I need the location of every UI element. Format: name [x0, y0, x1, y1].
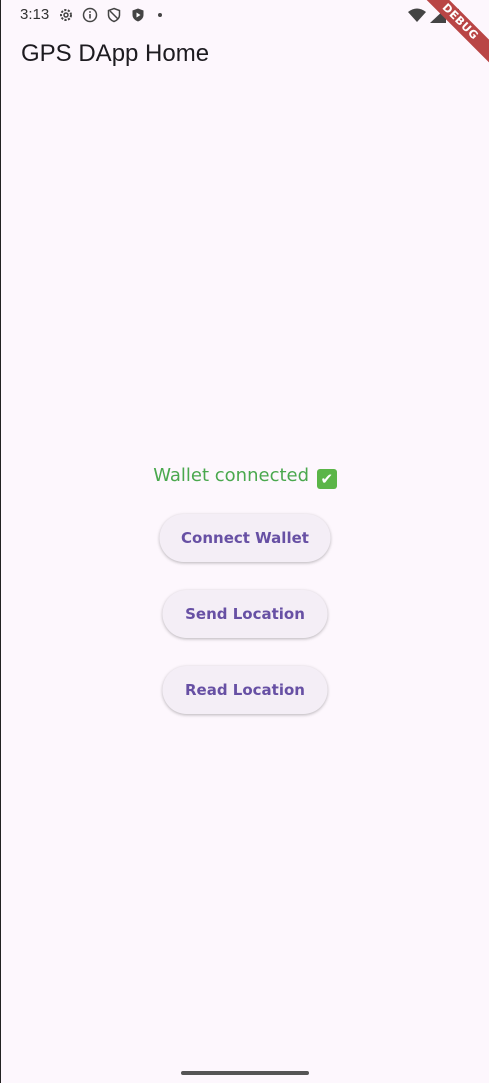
home-indicator[interactable] — [181, 1071, 309, 1075]
dot-icon — [154, 7, 166, 23]
play-shield-icon — [130, 7, 146, 23]
wifi-icon — [408, 8, 426, 23]
read-location-button[interactable]: Read Location — [162, 666, 328, 714]
info-icon — [82, 7, 98, 23]
signal-icon — [430, 8, 446, 23]
check-mark-icon: ✔ — [316, 469, 337, 489]
connect-wallet-button[interactable]: Connect Wallet — [159, 514, 331, 562]
status-icons-right — [408, 8, 459, 23]
wallet-status-text: Wallet connected — [153, 465, 310, 486]
wallet-status: Wallet connected ✔ — [1, 465, 489, 489]
status-bar: 3:13 — [1, 0, 489, 30]
status-time: 3:13 — [20, 6, 50, 23]
page-title: GPS DApp Home — [21, 40, 210, 67]
shield-icon — [106, 7, 122, 23]
app-bar: GPS DApp Home — [21, 40, 209, 68]
battery-icon — [450, 8, 459, 23]
status-icons-left — [58, 7, 166, 23]
send-location-button[interactable]: Send Location — [162, 590, 328, 638]
gear-icon — [58, 7, 74, 23]
